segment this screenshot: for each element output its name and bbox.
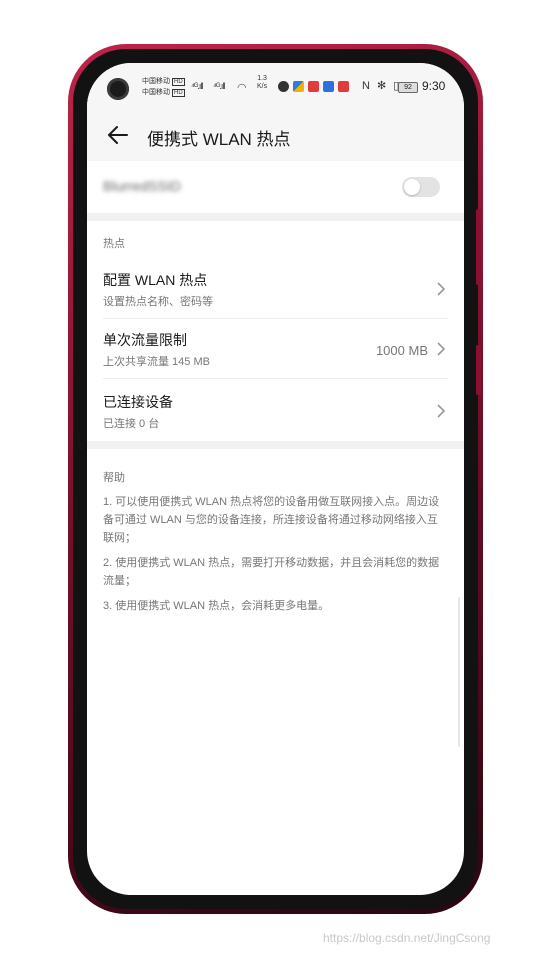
signal-icon: ⁴ᴳ.ıll <box>191 81 203 91</box>
scrollbar[interactable] <box>458 597 460 747</box>
app-notification-icon <box>338 81 349 92</box>
front-camera <box>107 78 129 100</box>
power-button <box>476 345 481 395</box>
item-subtitle: 上次共享流量 145 MB <box>103 356 210 368</box>
speed-value: 1.3 <box>257 75 267 82</box>
app-notification-icon <box>293 81 304 92</box>
watermark: https://blog.csdn.net/JingCsong <box>323 931 491 945</box>
help-paragraph: 1. 可以使用便携式 WLAN 热点将您的设备用做互联网接入点。周边设备可通过 … <box>103 496 440 544</box>
wifi-icon: ◠ <box>237 82 247 94</box>
section-label-help: 帮助 <box>103 472 125 484</box>
help-text: 1. 可以使用便携式 WLAN 热点将您的设备用做互联网接入点。周边设备可通过 … <box>103 493 448 622</box>
item-value: 1000 MB <box>375 343 428 358</box>
page-title: 便携式 WLAN 热点 <box>147 130 291 149</box>
switch-knob <box>404 179 420 195</box>
chevron-right-icon <box>437 342 446 356</box>
help-paragraph: 3. 使用便携式 WLAN 热点，会消耗更多电量。 <box>103 600 330 612</box>
carrier-info: 中国移动 HD 中国移动 HD <box>142 76 185 98</box>
list-item-connected-devices[interactable]: 已连接设备 已连接 0 台 <box>87 381 464 441</box>
section-divider <box>87 441 464 449</box>
hotspot-toggle-row[interactable]: BlurredSSID <box>87 161 464 213</box>
hotspot-name-blurred: BlurredSSID <box>103 178 181 194</box>
app-notification-icon <box>278 81 289 92</box>
app-notification-icon <box>308 81 319 92</box>
row-divider <box>103 378 448 379</box>
section-label-hotspot: 热点 <box>103 238 125 250</box>
item-title: 单次流量限制 <box>103 332 187 348</box>
speed-unit: K/s <box>257 83 268 90</box>
phone-frame: 中国移动 HD 中国移动 HD ⁴ᴳ.ıll ⁴ᴳ.ıll ◠ 1.3 K/s N … <box>68 44 483 914</box>
hotspot-switch[interactable] <box>402 177 440 197</box>
screen: 中国移动 HD 中国移动 HD ⁴ᴳ.ıll ⁴ᴳ.ıll ◠ 1.3 K/s N … <box>87 63 464 895</box>
section-divider <box>87 213 464 221</box>
status-bar: 中国移动 HD 中国移动 HD ⁴ᴳ.ıll ⁴ᴳ.ıll ◠ 1.3 K/s N … <box>87 63 464 111</box>
network-speed: 1.3 K/s <box>257 75 267 91</box>
list-item-configure-hotspot[interactable]: 配置 WLAN 热点 设置热点名称、密码等 <box>87 259 464 319</box>
help-paragraph: 2. 使用便携式 WLAN 热点，需要打开移动数据，并且会消耗您的数据流量； <box>103 557 440 587</box>
chevron-right-icon <box>437 404 446 418</box>
hd-badge: HD <box>172 89 185 97</box>
clock: 9:30 <box>422 79 446 93</box>
system-icons: N ✻ ▯ <box>362 80 402 92</box>
list-item-data-limit[interactable]: 单次流量限制 上次共享流量 145 MB 1000 MB <box>87 319 464 379</box>
arrow-left-icon[interactable] <box>105 122 131 148</box>
hd-badge: HD <box>172 78 185 86</box>
item-subtitle: 已连接 0 台 <box>103 418 160 430</box>
battery-icon: 92 <box>398 82 418 93</box>
chevron-right-icon <box>437 282 446 296</box>
item-title: 配置 WLAN 热点 <box>103 272 208 288</box>
carrier-2: 中国移动 <box>142 89 170 96</box>
signal-icon: ⁴ᴳ.ıll <box>213 81 225 91</box>
phone-bezel: 中国移动 HD 中国移动 HD ⁴ᴳ.ıll ⁴ᴳ.ıll ◠ 1.3 K/s N … <box>73 49 481 909</box>
carrier-1: 中国移动 <box>142 78 170 85</box>
item-subtitle: 设置热点名称、密码等 <box>103 296 213 308</box>
app-notification-icon <box>323 81 334 92</box>
volume-button <box>476 209 481 285</box>
title-bar: 便携式 WLAN 热点 <box>87 111 464 161</box>
item-title: 已连接设备 <box>103 394 173 410</box>
